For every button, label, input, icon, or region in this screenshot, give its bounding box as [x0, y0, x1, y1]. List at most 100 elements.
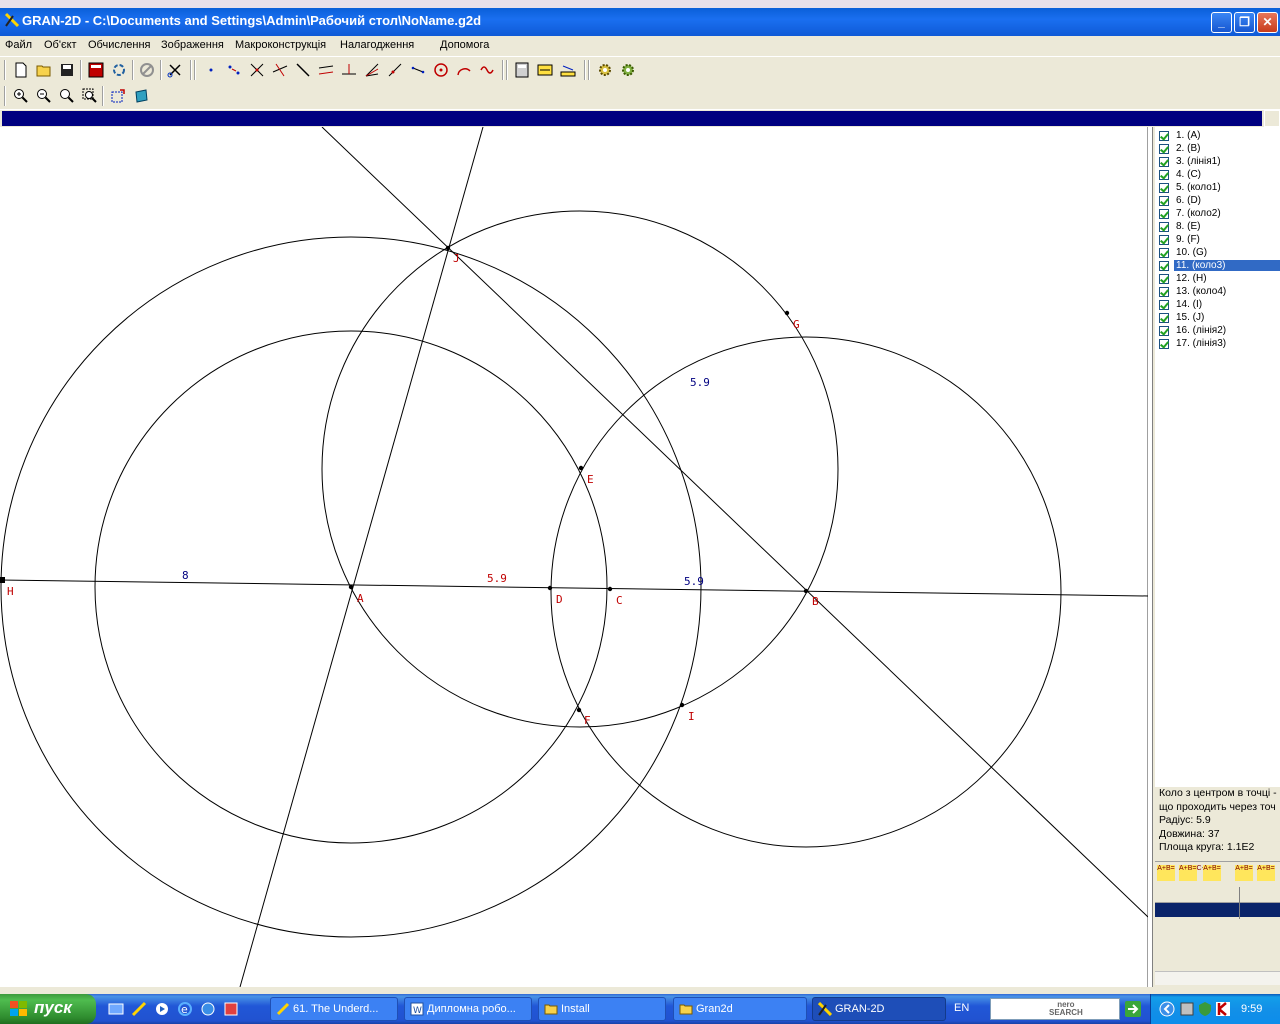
drawing-canvas[interactable]: A B C D E F G H I J 8 5.9 5.9 5.9 — [0, 126, 1149, 988]
visibility-checkbox[interactable] — [1159, 338, 1169, 349]
object-list-item[interactable]: 12. (H) — [1159, 272, 1280, 285]
task-install-folder[interactable]: Install — [538, 997, 666, 1021]
calc-button-4[interactable]: A+B= — [1235, 865, 1253, 881]
minimize-button[interactable]: _ — [1211, 12, 1232, 33]
tray-antivirus-icon[interactable] — [1215, 1001, 1231, 1017]
point-c[interactable] — [607, 586, 613, 592]
line-diagonal[interactable] — [321, 126, 1149, 918]
zoom-in-icon[interactable] — [11, 86, 31, 106]
point-i[interactable] — [679, 702, 685, 708]
quicklaunch-browser-icon[interactable] — [200, 1001, 216, 1017]
gear-settings-icon[interactable] — [618, 60, 638, 80]
gear-icon[interactable] — [595, 60, 615, 80]
transform-view-icon[interactable] — [131, 86, 151, 106]
zoom-window-icon[interactable] — [80, 86, 100, 106]
menu-calculations[interactable]: Обчислення — [88, 39, 151, 51]
calc-button-3[interactable]: A+B= — [1203, 865, 1221, 881]
calc-grid[interactable] — [1155, 887, 1280, 985]
object-list-item[interactable]: 1. (A) — [1159, 129, 1280, 142]
visibility-checkbox[interactable] — [1159, 273, 1169, 284]
nero-search-box[interactable]: nero SEARCH — [990, 998, 1120, 1020]
point-j[interactable] — [445, 245, 451, 251]
save-disk-icon[interactable] — [57, 60, 77, 80]
point-a[interactable] — [348, 584, 354, 590]
object-list-item[interactable]: 11. (коло3) — [1159, 259, 1280, 272]
calculator-red-icon[interactable] — [86, 60, 106, 80]
point-tool-icon[interactable] — [201, 60, 221, 80]
object-list-item[interactable]: 13. (коло4) — [1159, 285, 1280, 298]
object-list-item[interactable]: 10. (G) — [1159, 246, 1280, 259]
visibility-checkbox[interactable] — [1159, 156, 1169, 167]
object-list-item[interactable]: 14. (I) — [1159, 298, 1280, 311]
quicklaunch-media-icon[interactable] — [154, 1001, 170, 1017]
scroll-up-button[interactable] — [1264, 110, 1280, 127]
object-list-item[interactable]: 15. (J) — [1159, 311, 1280, 324]
intersection-icon[interactable] — [247, 60, 267, 80]
point-e[interactable] — [578, 465, 584, 471]
visibility-checkbox[interactable] — [1159, 182, 1169, 193]
visibility-checkbox[interactable] — [1159, 234, 1169, 245]
task-word-document[interactable]: W Дипломна робо... — [404, 997, 532, 1021]
calc-button-5[interactable]: A+B= — [1257, 865, 1275, 881]
close-button[interactable]: ✕ — [1257, 12, 1278, 33]
language-indicator[interactable]: EN — [954, 1002, 969, 1014]
tray-chevron-icon[interactable] — [1159, 1001, 1175, 1017]
object-list-item[interactable]: 2. (B) — [1159, 142, 1280, 155]
parallel-line-icon[interactable] — [316, 60, 336, 80]
point-d[interactable] — [547, 585, 553, 591]
visibility-checkbox[interactable] — [1159, 325, 1169, 336]
quicklaunch-desktop-icon[interactable] — [108, 1001, 124, 1017]
point-f[interactable] — [576, 707, 582, 713]
task-media-player[interactable]: 61. The Underd... — [270, 997, 398, 1021]
visibility-checkbox[interactable] — [1159, 247, 1169, 258]
segment-tool-icon[interactable] — [408, 60, 428, 80]
measure-tool-icon[interactable] — [535, 60, 555, 80]
task-gran2d-folder[interactable]: Gran2d — [673, 997, 807, 1021]
object-list-item[interactable]: 9. (F) — [1159, 233, 1280, 246]
curve-tool-icon[interactable] — [477, 60, 497, 80]
visibility-checkbox[interactable] — [1159, 143, 1169, 154]
calc-grid-selected-row[interactable] — [1155, 903, 1280, 917]
object-list-item[interactable]: 7. (коло2) — [1159, 207, 1280, 220]
line-horizontal[interactable] — [0, 579, 1149, 597]
task-gran2d-app[interactable]: GRAN-2D — [812, 997, 946, 1021]
visibility-checkbox[interactable] — [1159, 221, 1169, 232]
start-button[interactable]: пуск — [0, 994, 96, 1024]
line-j-steep[interactable] — [239, 126, 484, 988]
rotate-icon[interactable] — [109, 60, 129, 80]
scissors-icon[interactable] — [165, 60, 185, 80]
menu-debug[interactable]: Налагодження — [340, 39, 414, 51]
visibility-checkbox[interactable] — [1159, 195, 1169, 206]
menu-help[interactable]: Допомога — [440, 39, 489, 51]
object-list-item[interactable]: 17. (лінія3) — [1159, 337, 1280, 350]
menu-macro[interactable]: Макроконструкція — [235, 39, 326, 51]
quicklaunch-tool-icon[interactable] — [131, 1001, 147, 1017]
perpendicular-icon[interactable] — [339, 60, 359, 80]
menu-object[interactable]: Об'єкт — [44, 39, 77, 51]
object-list-item[interactable]: 3. (лінія1) — [1159, 155, 1280, 168]
calculator-icon[interactable] — [512, 60, 532, 80]
ray-icon[interactable] — [385, 60, 405, 80]
object-list-item[interactable]: 6. (D) — [1159, 194, 1280, 207]
move-view-icon[interactable] — [108, 86, 128, 106]
circle-tool-icon[interactable] — [431, 60, 451, 80]
visibility-checkbox[interactable] — [1159, 169, 1169, 180]
visibility-checkbox[interactable] — [1159, 299, 1169, 310]
menu-file[interactable]: Файл — [5, 39, 32, 51]
point-h[interactable] — [0, 577, 5, 583]
visibility-checkbox[interactable] — [1159, 312, 1169, 323]
visibility-checkbox[interactable] — [1159, 260, 1169, 271]
object-list-item[interactable]: 4. (C) — [1159, 168, 1280, 181]
zoom-fit-icon[interactable] — [57, 86, 77, 106]
window-titlebar[interactable]: GRAN-2D - C:\Documents and Settings\Admi… — [0, 0, 1280, 36]
calc-button-1[interactable]: A+B= — [1157, 865, 1175, 881]
object-list-item[interactable]: 8. (E) — [1159, 220, 1280, 233]
horizontal-scrollbar[interactable] — [1155, 971, 1280, 985]
object-list-item[interactable]: 16. (лінія2) — [1159, 324, 1280, 337]
tray-network-icon[interactable] — [1179, 1001, 1195, 1017]
visibility-checkbox[interactable] — [1159, 208, 1169, 219]
object-list-item[interactable]: 5. (коло1) — [1159, 181, 1280, 194]
tray-security-icon[interactable] — [1197, 1001, 1213, 1017]
visibility-checkbox[interactable] — [1159, 286, 1169, 297]
disabled-tool-icon[interactable] — [137, 60, 157, 80]
